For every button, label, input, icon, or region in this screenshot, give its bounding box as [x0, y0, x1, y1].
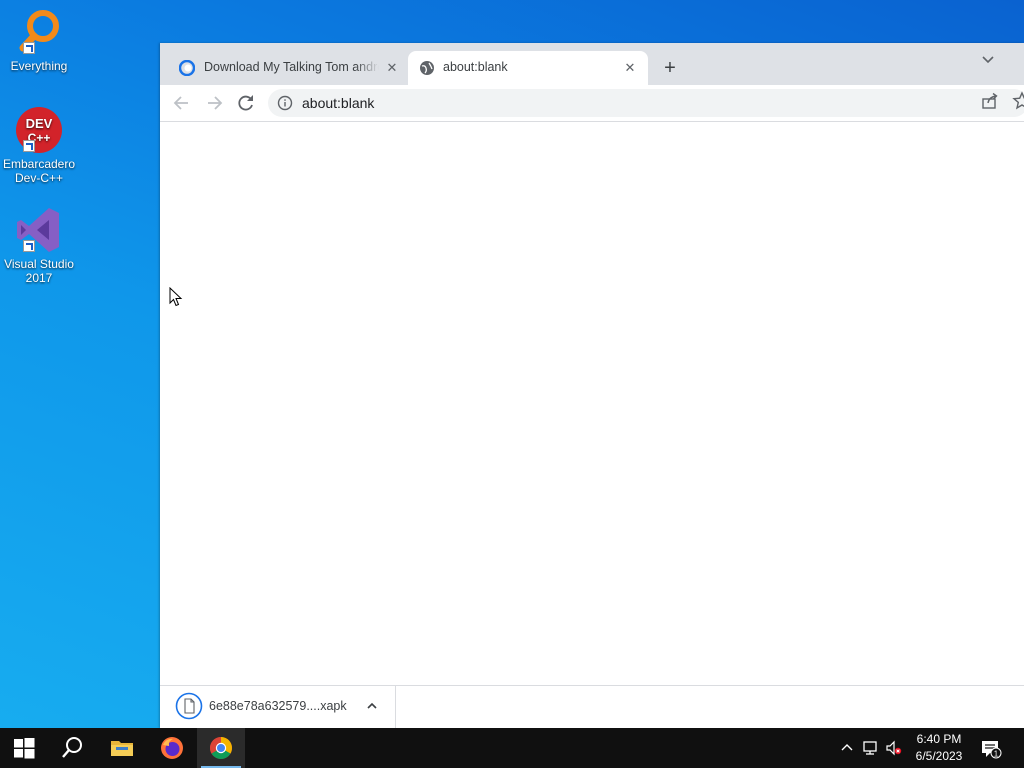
tab-download-my-talking-tom[interactable]: Download My Talking Tom android ✕: [160, 51, 408, 85]
start-button[interactable]: [0, 728, 48, 768]
devcpp-icon: DEV C++: [15, 106, 63, 154]
taskbar: 6:40 PM 6/5/2023 1: [0, 728, 1024, 768]
clock-date: 6/5/2023: [915, 749, 963, 763]
tab-close-button[interactable]: ✕: [621, 59, 639, 77]
tab-strip: Download My Talking Tom android ✕ about:…: [160, 43, 1024, 85]
desktop-icon-everything[interactable]: Everything: [0, 8, 78, 73]
desktop-icon-label: Everything: [10, 59, 68, 73]
desktop: Everything DEV C++ Embarcadero Dev-C++ V…: [0, 0, 1024, 768]
notification-count: 1: [994, 750, 999, 759]
tab-about-blank[interactable]: about:blank ✕: [408, 51, 648, 85]
browser-window: Download My Talking Tom android ✕ about:…: [160, 43, 1024, 728]
network-icon[interactable]: [862, 740, 878, 756]
system-clock[interactable]: 6:40 PM 6/5/2023: [902, 731, 976, 765]
bookmark-star-icon[interactable]: [1012, 91, 1024, 111]
site-info-icon[interactable]: [277, 95, 293, 111]
notification-center-icon[interactable]: 1: [980, 739, 1002, 759]
firefox-button[interactable]: [148, 728, 196, 768]
shortcut-arrow-icon: [23, 140, 35, 152]
chrome-button[interactable]: [197, 728, 245, 768]
desktop-icon-label: Visual Studio 2017: [4, 257, 74, 285]
download-shelf: 6e88e78a632579....xapk: [160, 685, 1024, 728]
desktop-icon-devcpp[interactable]: DEV C++ Embarcadero Dev-C++: [0, 106, 78, 185]
page-content[interactable]: [160, 122, 1024, 685]
share-icon[interactable]: [980, 91, 1000, 111]
download-item[interactable]: 6e88e78a632579....xapk: [160, 686, 396, 728]
new-tab-button[interactable]: +: [658, 57, 682, 81]
mouse-cursor-icon: [169, 286, 183, 307]
clock-time: 6:40 PM: [916, 732, 962, 746]
file-icon: [175, 692, 203, 720]
address-bar[interactable]: about:blank: [268, 89, 1024, 117]
reload-button[interactable]: [232, 90, 260, 116]
chevron-up-icon[interactable]: [364, 698, 380, 714]
apkcombo-favicon: [178, 59, 196, 77]
shortcut-arrow-icon: [23, 240, 35, 252]
file-explorer-button[interactable]: [98, 728, 146, 768]
svg-text:DEV: DEV: [26, 116, 53, 131]
forward-button[interactable]: [200, 90, 228, 116]
address-bar-url: about:blank: [302, 95, 375, 111]
browser-toolbar: about:blank: [160, 85, 1024, 121]
visual-studio-icon: [15, 206, 63, 254]
back-button[interactable]: [168, 90, 196, 116]
desktop-icon-label: Embarcadero Dev-C++: [2, 157, 76, 185]
chevron-up-icon[interactable]: [839, 740, 855, 756]
search-button[interactable]: [48, 728, 96, 768]
tab-close-button[interactable]: ✕: [383, 59, 401, 77]
tab-search-chevron-icon[interactable]: [978, 49, 998, 69]
volume-muted-icon[interactable]: [886, 740, 902, 756]
globe-icon: [419, 60, 435, 76]
download-filename: 6e88e78a632579....xapk: [209, 699, 347, 713]
tab-title: about:blank: [443, 60, 508, 74]
tab-title: Download My Talking Tom android: [204, 60, 379, 74]
shortcut-arrow-icon: [23, 42, 35, 54]
everything-search-icon: [15, 8, 63, 56]
desktop-icon-visual-studio[interactable]: Visual Studio 2017: [0, 206, 78, 285]
